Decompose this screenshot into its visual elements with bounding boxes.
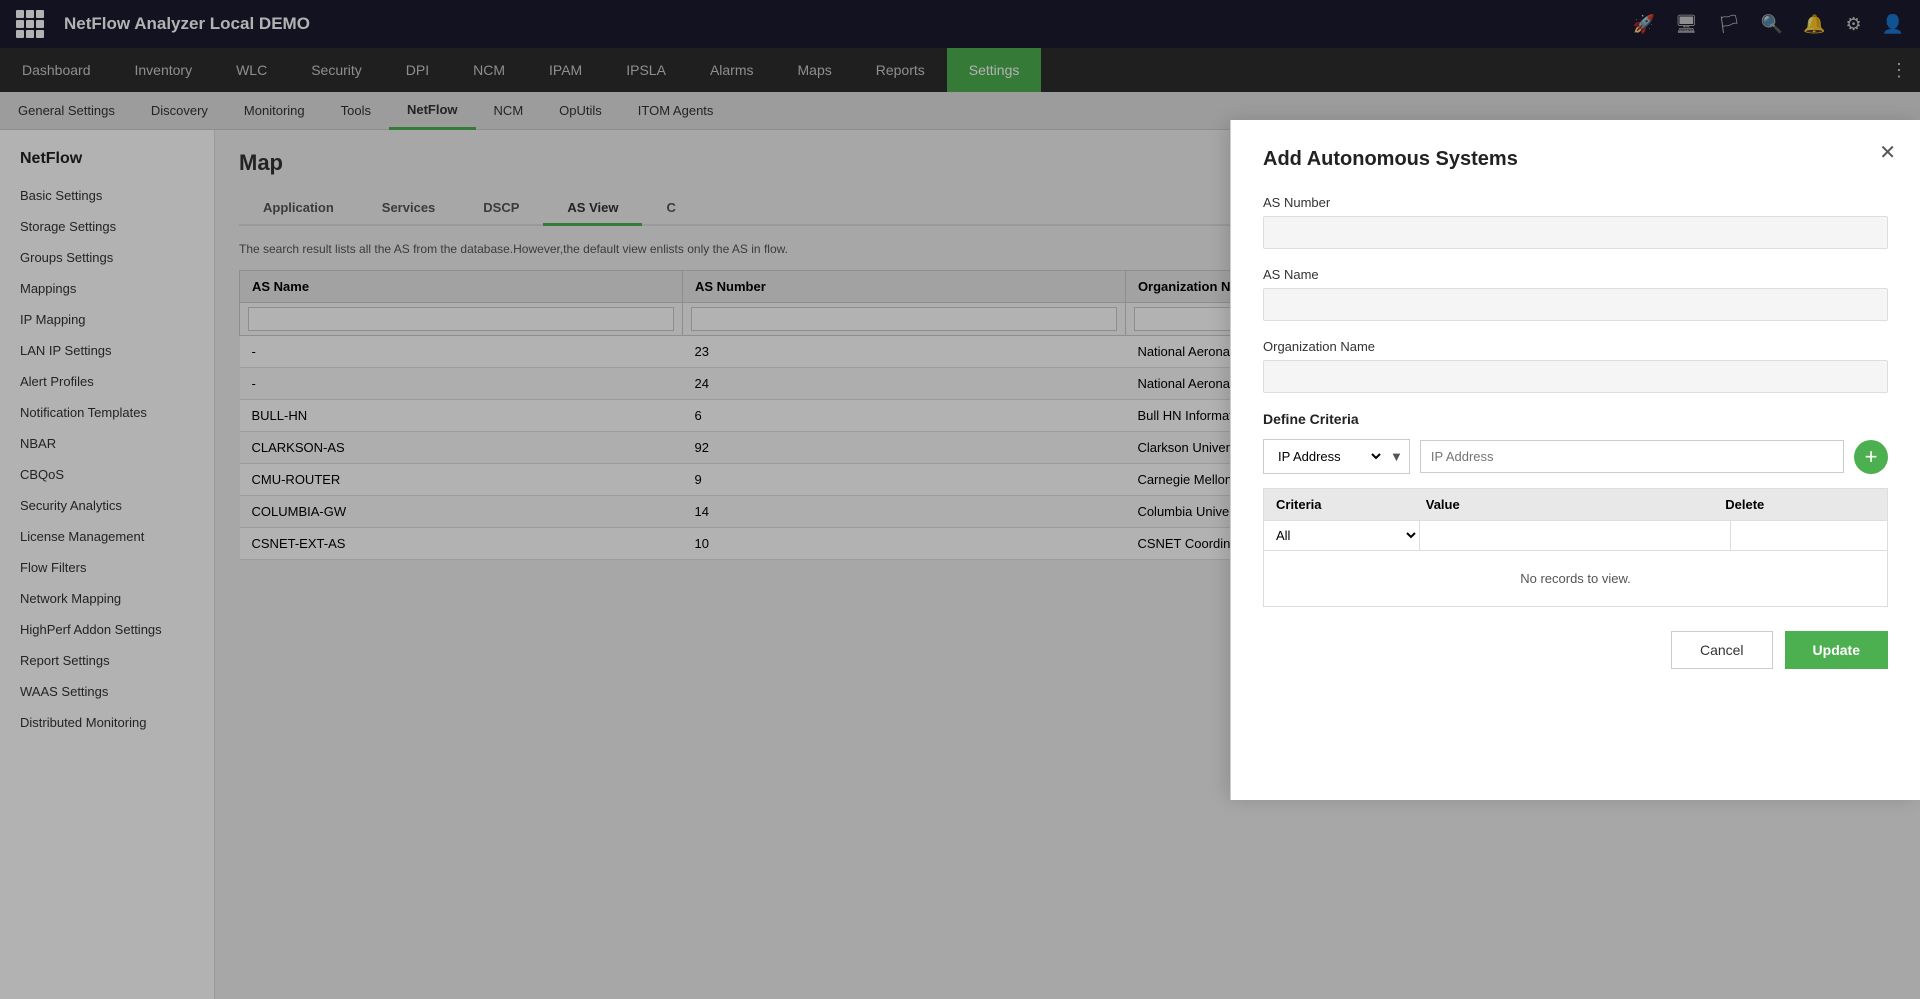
modal-close-button[interactable]: ✕: [1879, 140, 1896, 165]
criteria-dropdown-arrow: ▼: [1384, 449, 1409, 464]
criteria-table-row: All: [1263, 521, 1888, 551]
update-button[interactable]: Update: [1785, 631, 1888, 669]
criteria-type-select[interactable]: IP Address Subnet AS Number: [1264, 440, 1384, 473]
modal-add-autonomous-systems: Add Autonomous Systems ✕ AS Number AS Na…: [1230, 120, 1920, 800]
define-criteria-label: Define Criteria: [1263, 411, 1888, 427]
as-name-label: AS Name: [1263, 267, 1888, 282]
as-name-input[interactable]: [1263, 288, 1888, 321]
cancel-button[interactable]: Cancel: [1671, 631, 1773, 669]
criteria-all-select[interactable]: All: [1264, 521, 1419, 550]
form-group-org-name: Organization Name: [1263, 339, 1888, 393]
modal-title: Add Autonomous Systems: [1263, 148, 1888, 171]
criteria-value-wrap: [1420, 440, 1844, 473]
add-criteria-button[interactable]: +: [1854, 440, 1888, 474]
criteria-row: IP Address Subnet AS Number ▼ +: [1263, 439, 1888, 474]
form-group-as-number: AS Number: [1263, 195, 1888, 249]
col-delete: Delete: [1725, 497, 1875, 512]
as-number-label: AS Number: [1263, 195, 1888, 210]
criteria-table-header: Criteria Value Delete: [1263, 488, 1888, 521]
col-value: Value: [1426, 497, 1726, 512]
criteria-value-field[interactable]: [1420, 521, 1731, 548]
form-group-as-name: AS Name: [1263, 267, 1888, 321]
col-criteria: Criteria: [1276, 497, 1426, 512]
org-name-input[interactable]: [1263, 360, 1888, 393]
modal-footer: Cancel Update: [1263, 631, 1888, 669]
criteria-value-input[interactable]: [1420, 440, 1844, 473]
as-number-input[interactable]: [1263, 216, 1888, 249]
org-name-label: Organization Name: [1263, 339, 1888, 354]
no-records-message: No records to view.: [1263, 551, 1888, 607]
